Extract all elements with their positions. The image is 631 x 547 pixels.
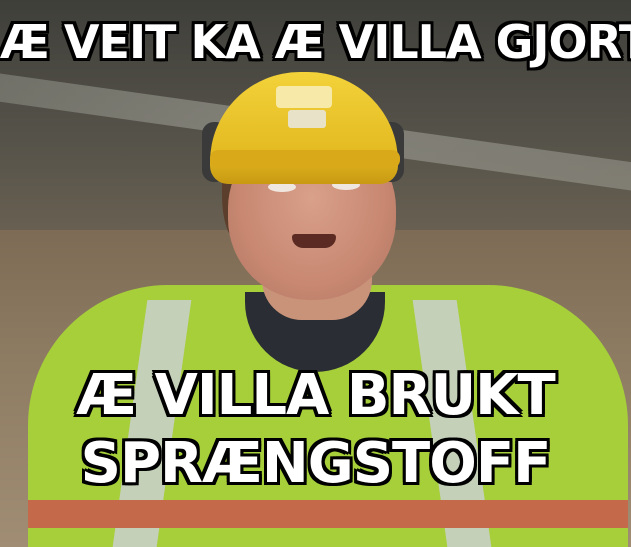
meme-top-caption: Æ VEIT KA Æ VILLA GJORT: [0, 15, 631, 69]
meme-image: Æ VEIT KA Æ VILLA GJORT Æ VILLA BRUKT SP…: [0, 0, 631, 547]
hard-hat-brim: [210, 150, 400, 168]
meme-bottom-caption: Æ VILLA BRUKT SPRÆNGSTOFF: [0, 362, 631, 498]
mouth: [292, 234, 336, 248]
meme-bottom-caption-line-2: SPRÆNGSTOFF: [80, 431, 552, 496]
meme-bottom-caption-line-1: Æ VILLA BRUKT: [76, 363, 556, 428]
hard-hat-sticker: [288, 110, 326, 128]
hard-hat-logo: [276, 86, 332, 108]
vest-orange-band: [28, 500, 628, 528]
